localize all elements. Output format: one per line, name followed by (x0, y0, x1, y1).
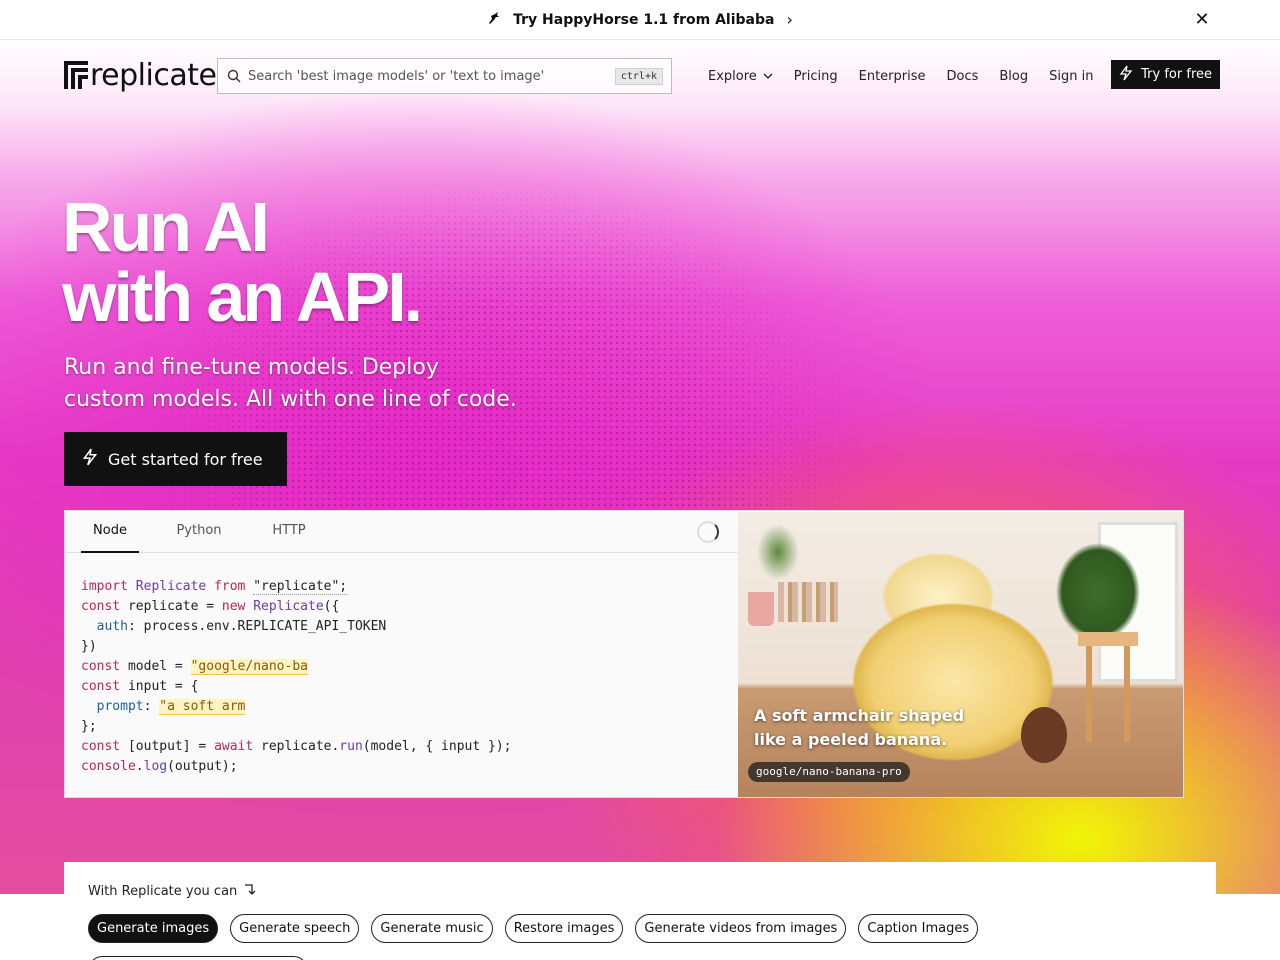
code-token: }; (81, 719, 97, 734)
nav-link-sign-in[interactable]: Sign in (1049, 69, 1093, 84)
code-prompt-value[interactable]: "a soft arm (159, 699, 246, 715)
output-image: A soft armchair shaped like a peeled ban… (738, 512, 1183, 797)
get-started-button[interactable]: Get started for free (64, 432, 287, 486)
code-token: : process.env.REPLICATE_API_TOKEN (127, 619, 387, 634)
code-example-panel: Node Python HTTP import Replicate from "… (64, 510, 1184, 798)
capabilities-heading: With Replicate you can (88, 882, 257, 900)
chip-caption-images[interactable]: Caption Images (858, 914, 979, 943)
capabilities-card: With Replicate you can Generate images G… (64, 862, 1216, 960)
arrow-down-right-icon (243, 882, 257, 900)
code-token: const (81, 679, 121, 694)
try-for-free-button[interactable]: Try for free (1111, 60, 1220, 89)
code-token: const (81, 659, 121, 674)
books-shape (778, 582, 838, 622)
search-bar[interactable]: ctrl+k (217, 58, 672, 94)
code-model-value[interactable]: "google/nano-ba (190, 659, 308, 675)
hero-title: Run AI with an API. (62, 188, 423, 336)
code-token: model = (120, 659, 191, 674)
top-nav: replicate ctrl+k Explore Pricing Enterpr… (64, 58, 1220, 94)
image-caption-line2: like a peeled banana. (754, 730, 948, 749)
code-token: }) (81, 639, 97, 654)
code-token: . (135, 759, 144, 774)
search-input[interactable] (248, 68, 615, 84)
replicate-logo[interactable]: replicate (64, 57, 217, 93)
bolt-icon (82, 448, 98, 470)
chevron-down-icon (763, 71, 773, 82)
nav-link-explore[interactable]: Explore (708, 69, 773, 84)
hero-subtitle-line1: Run and fine-tune models. Deploy (64, 355, 439, 380)
hero-subtitle-line2: custom models. All with one line of code… (64, 387, 517, 412)
image-caption-line1: A soft armchair shaped (754, 706, 965, 725)
chip-restore-images[interactable]: Restore images (504, 914, 624, 943)
tab-python[interactable]: Python (165, 511, 233, 553)
code-token: replicate. (253, 739, 340, 754)
chip-generate-speech[interactable]: Generate speech (230, 914, 360, 943)
code-token: [output] = (120, 739, 215, 754)
tab-http[interactable]: HTTP (261, 511, 317, 553)
code-token: run (339, 739, 363, 754)
code-token: log (143, 759, 168, 774)
code-token: "replicate"; (253, 579, 348, 595)
code-token: from (214, 579, 246, 594)
banana-tip-shape (1021, 707, 1067, 763)
chevron-right-icon: › (786, 10, 793, 29)
code-token: const (81, 599, 121, 614)
hero-background (0, 40, 1280, 960)
nav-link-pricing[interactable]: Pricing (794, 69, 838, 84)
search-icon (226, 68, 242, 84)
code-token: console (81, 759, 136, 774)
tab-node[interactable]: Node (81, 511, 139, 553)
logo-icon (64, 59, 88, 91)
get-started-label: Get started for free (108, 449, 263, 469)
code-token: import (81, 579, 128, 594)
language-tabs: Node Python HTTP (65, 511, 738, 553)
stool-shape (1078, 632, 1138, 742)
capabilities-heading-text: With Replicate you can (88, 883, 238, 899)
close-icon[interactable]: ✕ (1192, 10, 1212, 30)
logo-text: replicate (90, 57, 217, 93)
code-token: (model, { input }); (362, 739, 512, 754)
code-block: import Replicate from "replicate"; const… (81, 579, 512, 774)
capability-chips: Generate images Generate speech Generate… (88, 914, 990, 943)
chip-generate-images[interactable]: Generate images (88, 914, 219, 943)
horse-icon (487, 11, 501, 29)
announcement-bar[interactable]: Try HappyHorse 1.1 from Alibaba › ✕ (0, 0, 1280, 40)
code-token: const (81, 739, 121, 754)
code-token: auth (96, 619, 128, 634)
code-token: ({ (323, 599, 340, 614)
code-token: await (214, 739, 254, 754)
try-for-free-label: Try for free (1141, 67, 1212, 82)
hero-title-line1: Run AI (62, 188, 270, 266)
code-token: replicate = (120, 599, 222, 614)
chip-generate-music[interactable]: Generate music (371, 914, 493, 943)
search-shortcut: ctrl+k (614, 67, 663, 85)
code-token: new (221, 599, 246, 614)
code-token: input = { (120, 679, 199, 694)
code-token: (output); (167, 759, 238, 774)
nav-links: Explore Pricing Enterprise Docs Blog Sig… (708, 58, 1114, 94)
code-token: prompt (96, 699, 144, 714)
bolt-icon (1119, 65, 1133, 85)
announcement-text[interactable]: Try HappyHorse 1.1 from Alibaba (513, 12, 774, 28)
model-name-badge[interactable]: google/nano-banana-pro (748, 762, 910, 782)
loading-spinner-icon (697, 521, 719, 543)
nav-link-docs[interactable]: Docs (947, 69, 979, 84)
chip-next-row[interactable] (88, 956, 308, 960)
image-caption: A soft armchair shaped like a peeled ban… (754, 704, 964, 752)
code-token: Replicate (253, 599, 324, 614)
chip-generate-videos[interactable]: Generate videos from images (635, 914, 847, 943)
nav-link-blog[interactable]: Blog (999, 69, 1028, 84)
hero-title-line2: with an API. (62, 258, 423, 336)
pot-shape (748, 592, 774, 626)
nav-link-label: Explore (708, 68, 757, 84)
code-token: Replicate (135, 579, 207, 594)
hero-subtitle: Run and fine-tune models. Deploy custom … (64, 352, 584, 416)
nav-link-enterprise[interactable]: Enterprise (859, 69, 926, 84)
